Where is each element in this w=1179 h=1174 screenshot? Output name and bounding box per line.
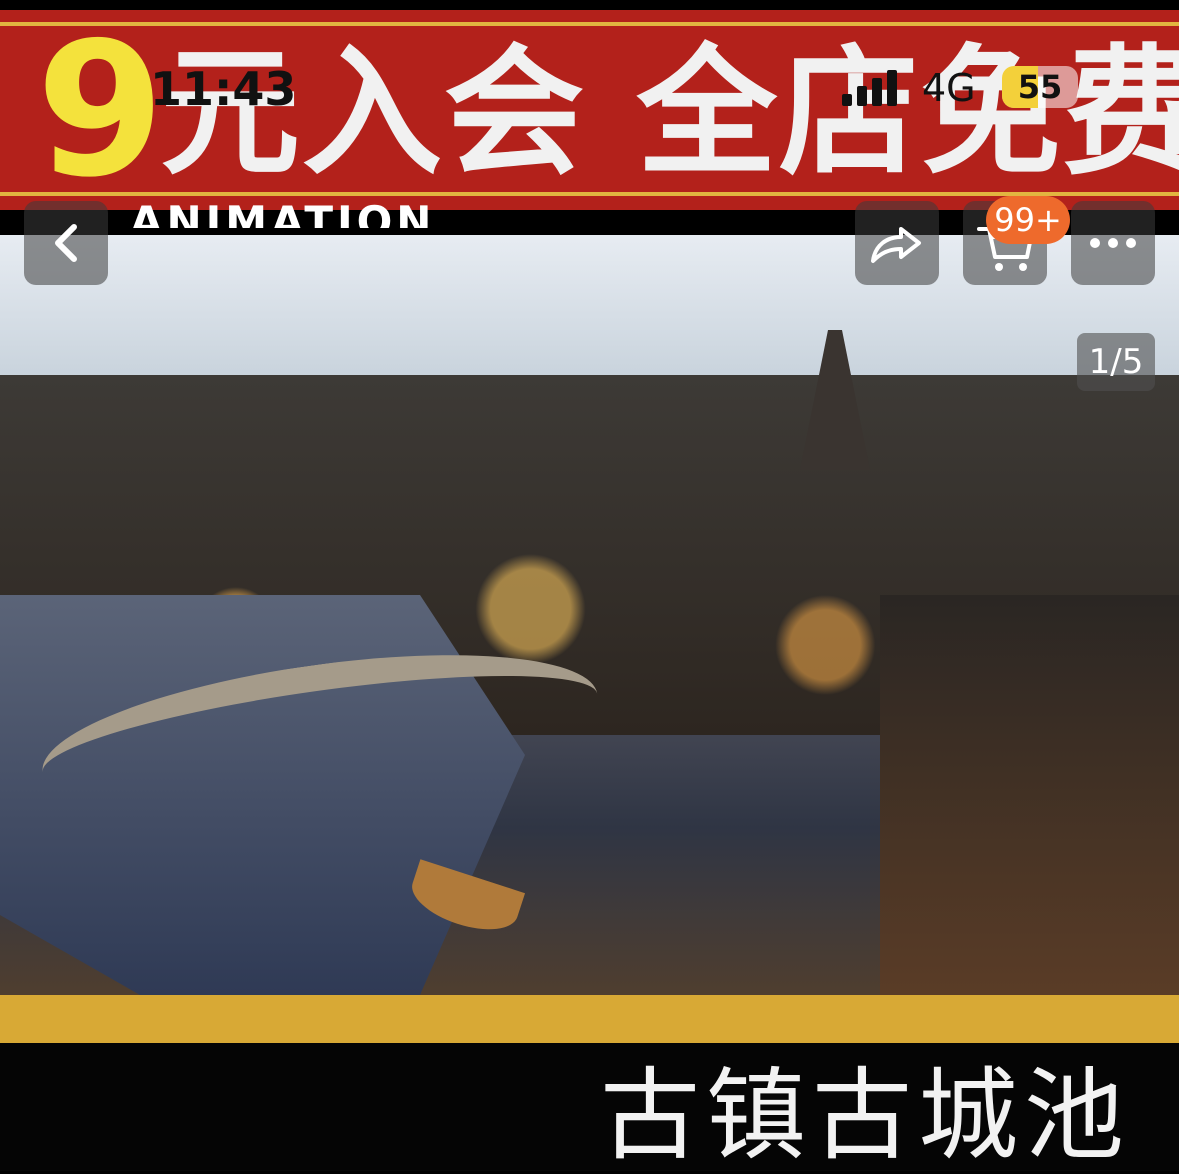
gold-band xyxy=(0,995,1179,1043)
status-bar: 11:43 4G 55 xyxy=(0,0,1179,140)
more-icon xyxy=(1090,238,1136,248)
signal-icon xyxy=(842,70,902,106)
back-button[interactable] xyxy=(24,201,108,285)
network-label: 4G xyxy=(922,66,976,110)
image-counter: 1/5 xyxy=(1077,333,1155,391)
cart-badge: 99+ xyxy=(986,196,1070,244)
status-time: 11:43 xyxy=(150,62,297,116)
battery-percent: 55 xyxy=(1017,68,1063,106)
more-button[interactable] xyxy=(1071,201,1155,285)
chevron-left-icon xyxy=(55,224,77,262)
product-caption: 古镇古城池 xyxy=(600,1057,1130,1174)
photo-buildings xyxy=(880,595,1179,995)
share-button[interactable] xyxy=(855,201,939,285)
product-image[interactable] xyxy=(0,235,1179,995)
share-icon xyxy=(871,227,921,263)
banner-subtext: ANIMATION xyxy=(130,202,436,228)
battery-icon: 55 xyxy=(1002,66,1078,108)
